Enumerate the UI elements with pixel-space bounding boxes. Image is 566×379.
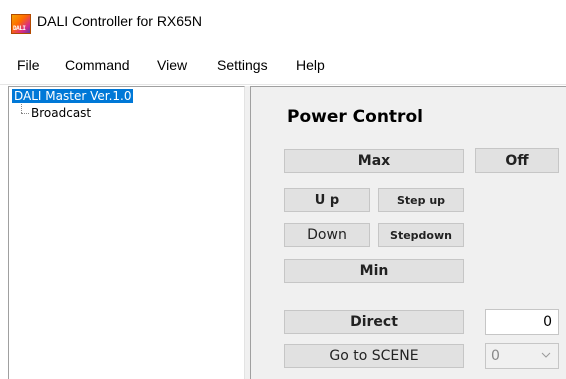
menu-bar: File Command View Settings Help: [0, 48, 566, 85]
device-tree: DALI Master Ver.1.0 Broadcast: [8, 86, 245, 379]
menu-file[interactable]: File: [17, 57, 40, 73]
tree-item-broadcast[interactable]: Broadcast: [31, 106, 91, 120]
scene-select[interactable]: 0: [485, 343, 559, 369]
step-down-button[interactable]: Stepdown: [378, 223, 464, 247]
chevron-down-icon: [541, 352, 551, 358]
direct-button[interactable]: Direct: [284, 310, 464, 334]
title-bar: DALI DALI Controller for RX65N: [0, 0, 566, 40]
panel-title: Power Control: [287, 107, 423, 127]
app-icon: DALI: [11, 14, 31, 34]
down-button[interactable]: Down: [284, 223, 370, 247]
menu-command[interactable]: Command: [65, 57, 130, 73]
step-up-button[interactable]: Step up: [378, 188, 464, 212]
power-control-panel: Power Control Max Off U p Step up Down S…: [250, 86, 566, 379]
off-button[interactable]: Off: [475, 148, 559, 173]
max-button[interactable]: Max: [284, 149, 464, 173]
menu-view[interactable]: View: [157, 57, 187, 73]
min-button[interactable]: Min: [284, 259, 464, 283]
menu-help[interactable]: Help: [296, 57, 325, 73]
tree-item-dali-master[interactable]: DALI Master Ver.1.0: [12, 89, 134, 103]
go-to-scene-button[interactable]: Go to SCENE: [284, 344, 464, 368]
menu-settings[interactable]: Settings: [217, 57, 268, 73]
up-button[interactable]: U p: [284, 188, 370, 212]
scene-select-value: 0: [491, 348, 500, 364]
tree-connector: [21, 104, 22, 113]
window-title: DALI Controller for RX65N: [37, 13, 202, 29]
direct-level-input[interactable]: 0: [485, 309, 559, 335]
tree-connector: [21, 113, 29, 114]
